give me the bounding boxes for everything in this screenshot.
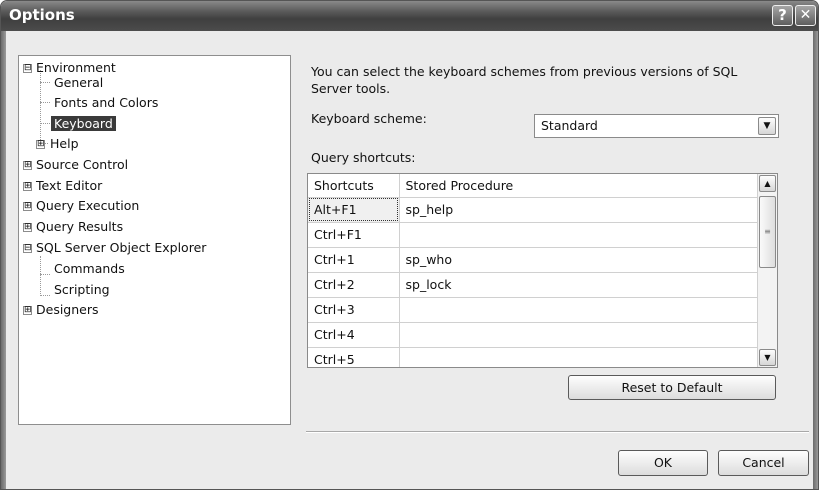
keyboard-scheme-label: Keyboard scheme: xyxy=(311,111,427,126)
table-row[interactable]: Ctrl+4 xyxy=(308,322,758,348)
grid-header-row: Shortcuts Stored Procedure xyxy=(308,174,758,198)
collapse-icon[interactable]: ⊟ xyxy=(23,64,32,73)
shortcut-cell[interactable]: Ctrl+1 xyxy=(308,247,400,273)
tree-item-scripting[interactable]: Scripting xyxy=(51,281,113,299)
procedure-cell[interactable] xyxy=(399,297,758,323)
shortcut-cell[interactable]: Ctrl+2 xyxy=(308,272,400,298)
column-header-shortcuts[interactable]: Shortcuts xyxy=(308,174,400,198)
expand-icon[interactable]: ⊞ xyxy=(23,182,32,191)
table-row[interactable]: Ctrl+1 sp_who xyxy=(308,247,758,273)
tree-item-label: Help xyxy=(50,136,79,151)
cancel-button[interactable]: Cancel xyxy=(718,450,809,476)
scroll-up-icon[interactable]: ▲ xyxy=(759,175,776,192)
procedure-cell[interactable] xyxy=(399,322,758,348)
shortcut-cell[interactable]: Ctrl+3 xyxy=(308,297,400,323)
tree-item-label: Text Editor xyxy=(36,178,103,193)
options-dialog: Options ? ✕ ⊟ Environment General Fonts … xyxy=(0,0,819,490)
tree-item-label: Source Control xyxy=(36,157,129,172)
shortcut-cell[interactable]: Ctrl+F1 xyxy=(308,222,400,248)
shortcut-cell[interactable]: Alt+F1 xyxy=(308,197,400,223)
keyboard-scheme-value: Standard xyxy=(541,118,598,133)
procedure-cell[interactable] xyxy=(399,347,758,367)
frame-right xyxy=(813,31,818,489)
ok-button[interactable]: OK xyxy=(618,450,708,476)
reset-to-default-button[interactable]: Reset to Default xyxy=(568,375,776,400)
tree-item-label: Keyboard xyxy=(51,116,116,131)
table-row[interactable]: Ctrl+5 xyxy=(308,347,758,367)
window-title: Options xyxy=(9,6,75,24)
tree-item-label: General xyxy=(54,75,104,90)
tree-connector xyxy=(40,82,50,83)
tree-item-label: Designers xyxy=(36,302,99,317)
procedure-cell[interactable]: sp_lock xyxy=(399,272,758,298)
keyboard-scheme-select[interactable]: Standard ▼ xyxy=(534,114,779,138)
column-header-stored-procedure[interactable]: Stored Procedure xyxy=(399,174,758,198)
vertical-scrollbar[interactable]: ▲ ≡ ▼ xyxy=(757,174,777,367)
footer-separator xyxy=(306,431,809,433)
tree-item-fonts-and-colors[interactable]: Fonts and Colors xyxy=(51,94,161,112)
shortcut-cell[interactable]: Ctrl+5 xyxy=(308,347,400,367)
frame-left xyxy=(1,31,6,489)
tree-item-label: Commands xyxy=(54,261,125,276)
options-tree[interactable]: ⊟ Environment General Fonts and Colors K… xyxy=(18,55,291,425)
procedure-cell[interactable]: sp_help xyxy=(399,197,758,223)
tree-item-label: SQL Server Object Explorer xyxy=(36,240,207,255)
expand-icon[interactable]: ⊞ xyxy=(23,161,32,170)
tree-item-commands[interactable]: Commands xyxy=(51,260,128,278)
scroll-thumb[interactable]: ≡ xyxy=(759,196,776,268)
table-row[interactable]: Ctrl+2 sp_lock xyxy=(308,272,758,298)
table-row[interactable]: Ctrl+F1 xyxy=(308,222,758,248)
description-text: You can select the keyboard schemes from… xyxy=(311,64,738,96)
help-icon[interactable]: ? xyxy=(772,5,793,26)
tree-connector xyxy=(40,123,50,124)
tree-item-label: Query Results xyxy=(36,219,124,234)
expand-icon[interactable]: ⊞ xyxy=(23,202,32,211)
tree-item-label: Query Execution xyxy=(36,198,140,213)
query-shortcuts-grid[interactable]: Shortcuts Stored Procedure Alt+F1 sp_hel… xyxy=(307,173,778,368)
tree-connector xyxy=(40,295,50,296)
shortcut-cell[interactable]: Ctrl+4 xyxy=(308,322,400,348)
collapse-icon[interactable]: ⊟ xyxy=(23,244,32,253)
chevron-down-icon[interactable]: ▼ xyxy=(758,117,776,135)
expand-icon[interactable]: ⊞ xyxy=(36,140,45,149)
procedure-cell[interactable] xyxy=(399,222,758,248)
expand-icon[interactable]: ⊞ xyxy=(23,306,32,315)
tree-connector xyxy=(40,102,50,103)
procedure-cell[interactable]: sp_who xyxy=(399,247,758,273)
table-row[interactable]: Ctrl+3 xyxy=(308,297,758,323)
table-row[interactable]: Alt+F1 sp_help xyxy=(308,197,758,223)
tree-connector xyxy=(40,256,41,296)
expand-icon[interactable]: ⊞ xyxy=(23,223,32,232)
close-icon[interactable]: ✕ xyxy=(795,5,816,26)
query-shortcuts-label: Query shortcuts: xyxy=(311,150,416,165)
tree-item-label: Fonts and Colors xyxy=(54,95,159,110)
scroll-down-icon[interactable]: ▼ xyxy=(759,349,776,366)
title-bar[interactable]: Options ? ✕ xyxy=(1,1,818,31)
tree-item-keyboard[interactable]: Keyboard xyxy=(51,115,116,133)
tree-connector xyxy=(40,274,50,275)
tree-item-general[interactable]: General xyxy=(51,74,106,92)
tree-item-label: Scripting xyxy=(54,282,110,297)
